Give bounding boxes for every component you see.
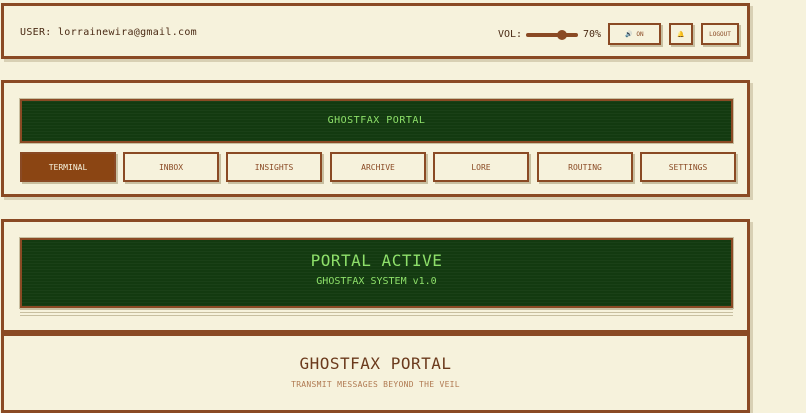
- tab-terminal[interactable]: TERMINAL: [20, 152, 116, 182]
- volume-label: VOL:: [498, 29, 523, 40]
- bell-icon: 🔔: [677, 30, 685, 38]
- speaker-icon: 🔊 ON: [625, 30, 644, 38]
- volume-value: 70%: [583, 29, 602, 40]
- tab-settings[interactable]: SETTINGS: [640, 152, 736, 182]
- tab-insights[interactable]: INSIGHTS: [226, 152, 322, 182]
- tab-lore[interactable]: LORE: [433, 152, 529, 182]
- user-label: USER: lorrainewira@gmail.com: [20, 27, 197, 38]
- sound-toggle-button[interactable]: 🔊 ON: [608, 23, 661, 45]
- status-screen: PORTAL ACTIVE GHOSTFAX SYSTEM v1.0: [19, 237, 734, 309]
- tab-routing[interactable]: ROUTING: [537, 152, 633, 182]
- navigation-panel: GHOSTFAX PORTAL TERMINAL INBOX INSIGHTS …: [1, 80, 750, 197]
- intro-panel: GHOSTFAX PORTAL TRANSMIT MESSAGES BEYOND…: [1, 333, 750, 413]
- intro-title: GHOSTFAX PORTAL: [299, 354, 452, 373]
- alert-button[interactable]: 🔔: [669, 23, 693, 45]
- portal-title: GHOSTFAX PORTAL: [327, 115, 426, 126]
- tab-archive[interactable]: ARCHIVE: [330, 152, 426, 182]
- top-bar: USER: lorrainewira@gmail.com VOL: 70% 🔊 …: [1, 3, 750, 59]
- logout-button[interactable]: LOGOUT: [701, 23, 739, 45]
- intro-subtitle: TRANSMIT MESSAGES BEYOND THE VEIL: [291, 380, 460, 389]
- volume-slider[interactable]: [526, 30, 578, 40]
- portal-title-screen: GHOSTFAX PORTAL: [19, 98, 734, 144]
- scan-lines-divider: [20, 308, 733, 316]
- status-sub-text: GHOSTFAX SYSTEM v1.0: [316, 276, 437, 287]
- volume-slider-thumb[interactable]: [557, 30, 568, 40]
- status-main-text: PORTAL ACTIVE: [310, 251, 443, 270]
- tab-inbox[interactable]: INBOX: [123, 152, 219, 182]
- status-panel: PORTAL ACTIVE GHOSTFAX SYSTEM v1.0: [1, 219, 750, 333]
